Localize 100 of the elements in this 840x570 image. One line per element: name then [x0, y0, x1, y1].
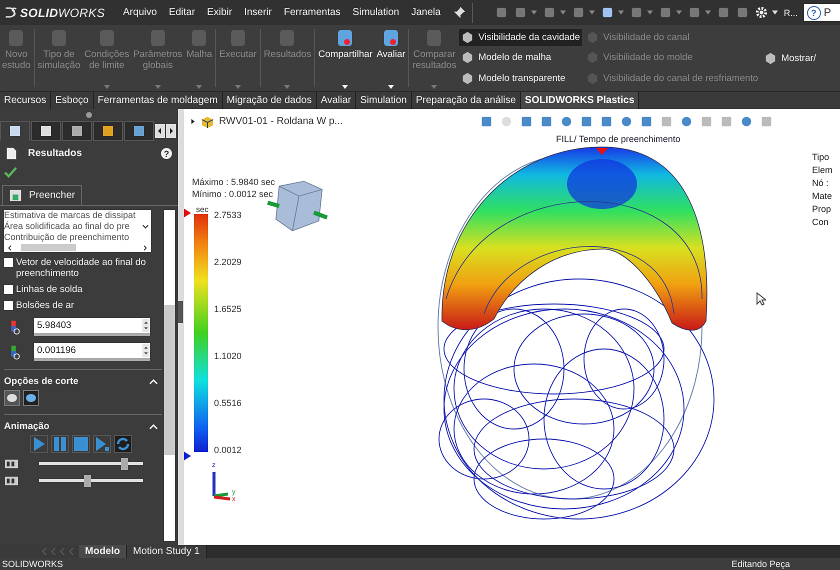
ribbon-button[interactable]: Avaliar	[374, 25, 408, 91]
collapse-icon[interactable]	[149, 378, 158, 384]
checkbox-label: Bolsões de ar	[16, 300, 74, 311]
scale-value: 2.7533	[214, 210, 242, 220]
cut-option-button[interactable]	[23, 390, 39, 406]
menu-item[interactable]: Arquivo	[123, 7, 157, 18]
stop-button[interactable]	[72, 435, 90, 453]
settings-icon[interactable]	[754, 6, 768, 19]
scale-value: 0.0012	[214, 445, 242, 455]
caret-icon	[388, 85, 394, 89]
info-text: Con	[812, 216, 830, 228]
step-button[interactable]	[93, 435, 111, 453]
view-toggle[interactable]: Visibilidade da cavidade	[459, 28, 582, 46]
play-button[interactable]	[30, 435, 48, 453]
spinner-icon	[142, 344, 150, 357]
scrollbar[interactable]	[164, 210, 175, 541]
info-text: Prop	[812, 203, 832, 215]
view-toggle[interactable]: Mostrar/	[762, 50, 818, 66]
caret-icon	[342, 85, 348, 89]
checkbox[interactable]	[4, 258, 13, 267]
scale-value: 1.6525	[214, 304, 242, 314]
caret-icon	[431, 85, 438, 89]
caret-icon	[104, 85, 110, 89]
panel-tab[interactable]	[62, 121, 92, 141]
info-text: Mate	[812, 190, 833, 202]
view-toggle[interactable]: Modelo transparente	[459, 70, 582, 88]
caret-icon	[284, 85, 290, 89]
unit-label: sec	[196, 206, 210, 214]
caret-icon	[154, 85, 161, 89]
help-button[interactable]: ?	[161, 148, 172, 159]
search-field[interactable]: ? P	[804, 4, 840, 21]
panel-title: Resultados	[28, 148, 83, 159]
section-view-icon	[24, 391, 38, 405]
chevron-right-icon	[142, 244, 149, 250]
number-field[interactable]: 5.98403	[34, 318, 150, 336]
plot-title: FILL/ Tempo de preenchimento	[556, 134, 680, 144]
ribbon-tab[interactable]: SOLIDWORKS Plastics	[520, 92, 640, 109]
app-logo: SOLIDWORKS	[20, 6, 106, 20]
scale-value: 0.5516	[214, 398, 242, 408]
chevron-down-icon[interactable]	[142, 224, 149, 230]
status-text: Editando Peça	[731, 559, 790, 569]
section-title: Animação	[4, 421, 50, 432]
user-menu[interactable]: R...	[784, 8, 798, 18]
status-text: SOLIDWORKS	[2, 559, 64, 569]
scroll-right-icon[interactable]	[166, 124, 176, 138]
caret-icon	[234, 85, 241, 89]
list-item[interactable]: Contribuição de preenchimento	[4, 232, 140, 243]
chevron-left-icon	[6, 244, 13, 250]
scale-value: 1.1020	[214, 351, 242, 361]
caret-icon	[196, 85, 202, 89]
section-view-icon	[5, 391, 19, 405]
section-title: Opções de corte	[4, 376, 78, 387]
splitter[interactable]	[178, 109, 184, 545]
info-text: Nó :	[812, 177, 830, 189]
menu-item[interactable]: Janela	[411, 7, 441, 18]
checkbox[interactable]	[4, 301, 13, 310]
menu-item[interactable]: Exibir	[207, 7, 232, 18]
panel-tab[interactable]	[124, 121, 154, 141]
section-tab[interactable]: Preencher	[2, 185, 82, 205]
info-text: Tipo	[812, 151, 830, 163]
cut-option-button[interactable]	[4, 390, 20, 406]
menu-item[interactable]: Simulation	[352, 7, 400, 18]
part-icon	[201, 114, 214, 128]
pause-button[interactable]	[51, 435, 69, 453]
panel-tab[interactable]	[0, 121, 30, 141]
menu-item[interactable]: Editar	[168, 7, 196, 18]
scale-value: 2.2029	[214, 257, 242, 267]
number-field[interactable]: 0.001196	[34, 343, 150, 361]
expand-arrow-icon[interactable]	[190, 118, 196, 124]
logo-icon	[4, 6, 18, 19]
list-item[interactable]: Área solidificada ao final do pre	[4, 221, 140, 232]
menu-item[interactable]: Ferramentas	[284, 7, 341, 18]
list-item[interactable]: Estimativa de marcas de dissipat	[4, 210, 140, 221]
panel-tab[interactable]	[93, 121, 123, 141]
maximum-label: Máximo : 5.9840 sec	[192, 177, 276, 187]
info-text: Elem	[812, 164, 833, 176]
mouse-pointer-icon	[756, 292, 766, 306]
collapse-icon[interactable]	[149, 424, 158, 430]
model-tab[interactable]: Motion Study 1	[127, 545, 207, 558]
frames-icon	[4, 457, 19, 470]
caret-icon[interactable]	[772, 10, 778, 15]
checkbox-label: Vetor de velocidade ao final do preenchimento	[16, 257, 147, 279]
checkmark-icon[interactable]	[4, 166, 17, 179]
loop-button[interactable]	[114, 435, 132, 453]
list-box[interactable]: Estimativa de marcas de dissipat Área solidificada ao final do pre Contribuição de preenchimento	[4, 210, 151, 252]
film-icon	[4, 474, 19, 487]
slider-thumb[interactable]	[84, 474, 91, 486]
view-toggle[interactable]: Modelo de malha	[459, 49, 582, 66]
panel-tab[interactable]	[31, 121, 61, 141]
minimum-label: Mínimo : 0.0012 sec	[192, 189, 274, 199]
scroll-left-icon[interactable]	[155, 124, 165, 138]
model-tab[interactable]: Modelo	[79, 545, 127, 558]
ribbon-button[interactable]: Compartilhar	[316, 25, 375, 91]
menu-item[interactable]: Inserir	[244, 7, 272, 18]
grip-icon[interactable]	[86, 112, 92, 118]
checkbox[interactable]	[4, 285, 13, 294]
document-name[interactable]: RWV01-01 - Roldana W p...	[219, 116, 474, 126]
checkbox-label: Linhas de solda	[16, 284, 83, 295]
pin-icon[interactable]	[452, 6, 466, 19]
slider-thumb[interactable]	[121, 458, 128, 470]
